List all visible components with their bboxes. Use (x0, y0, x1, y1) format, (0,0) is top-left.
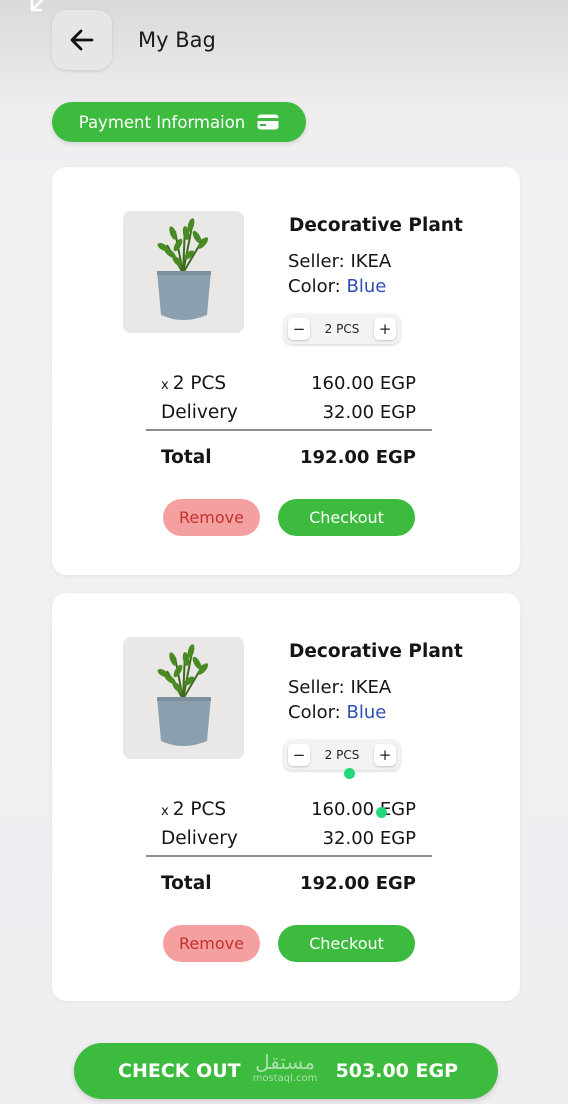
product-seller: Seller: IKEA (288, 677, 392, 698)
touch-indicator-dot (344, 768, 355, 779)
check-out-all-button[interactable]: CHECK OUT مستقل mostaql.com 503.00 EGP (74, 1043, 498, 1099)
delivery-label: Delivery (161, 828, 238, 849)
quantity-x-mark: x (161, 378, 169, 393)
product-name: Decorative Plant (289, 215, 463, 236)
check-out-label: CHECK OUT (118, 1060, 241, 1082)
payment-information-label: Payment Informaion (78, 112, 246, 132)
total-label: Total (161, 873, 212, 894)
divider (146, 855, 432, 857)
quantity-value: 2 PCS (324, 748, 360, 762)
quantity-stepper: − 2 PCS + (284, 314, 400, 344)
product-color: Color: Blue (288, 276, 386, 297)
grand-total: 503.00 EGP (335, 1060, 458, 1082)
arrow-left-icon (70, 29, 94, 51)
remove-button[interactable]: Remove (163, 499, 260, 536)
back-button[interactable] (52, 10, 112, 70)
delivery-price: 32.00 EGP (322, 402, 416, 423)
item-price: 160.00 EGP (311, 799, 416, 820)
plant-image (123, 637, 244, 759)
quantity-line-value: 2 PCS (172, 799, 227, 820)
delivery-label: Delivery (161, 402, 238, 423)
quantity-line: x2 PCS (161, 373, 226, 394)
plant-image (123, 211, 244, 333)
corner-arrow-icon (30, 0, 44, 12)
product-image (123, 637, 244, 759)
checkout-button[interactable]: Checkout (278, 925, 415, 962)
cart-item-card: Decorative Plant Seller: IKEA Color: Blu… (52, 593, 520, 1001)
color-value: Blue (346, 702, 387, 723)
item-total: 192.00 EGP (300, 873, 416, 894)
watermark-arabic: مستقل (255, 1050, 315, 1074)
total-label: Total (161, 447, 212, 468)
quantity-stepper: − 2 PCS + (284, 740, 400, 770)
increase-quantity-button[interactable]: + (374, 318, 396, 340)
cart-item-card: Decorative Plant Seller: IKEA Color: Blu… (52, 167, 520, 575)
quantity-line: x2 PCS (161, 799, 226, 820)
item-price: 160.00 EGP (311, 373, 416, 394)
quantity-line-value: 2 PCS (172, 373, 227, 394)
product-color: Color: Blue (288, 702, 386, 723)
quantity-value: 2 PCS (324, 322, 360, 336)
divider (146, 429, 432, 431)
color-label: Color: (288, 276, 347, 297)
decrease-quantity-button[interactable]: − (288, 744, 310, 766)
increase-quantity-button[interactable]: + (374, 744, 396, 766)
credit-card-icon (257, 114, 279, 130)
watermark: مستقل mostaql.com (250, 1051, 320, 1085)
quantity-x-mark: x (161, 804, 169, 819)
delivery-price: 32.00 EGP (322, 828, 416, 849)
payment-information-button[interactable]: Payment Informaion (52, 102, 306, 142)
checkout-button[interactable]: Checkout (278, 499, 415, 536)
touch-indicator-dot (376, 807, 387, 818)
remove-button[interactable]: Remove (163, 925, 260, 962)
header: My Bag (52, 10, 512, 70)
product-name: Decorative Plant (289, 641, 463, 662)
product-image (123, 211, 244, 333)
item-total: 192.00 EGP (300, 447, 416, 468)
color-label: Color: (288, 702, 347, 723)
decrease-quantity-button[interactable]: − (288, 318, 310, 340)
page-title: My Bag (138, 28, 216, 52)
watermark-url: mostaql.com (252, 1073, 318, 1084)
color-value: Blue (346, 276, 387, 297)
product-seller: Seller: IKEA (288, 251, 392, 272)
